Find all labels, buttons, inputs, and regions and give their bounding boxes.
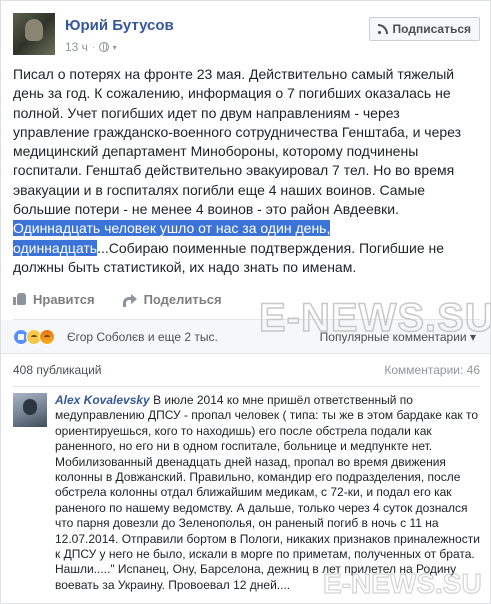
share-icon	[122, 293, 137, 307]
reaction-names[interactable]: Єгор Соболєв и еще 2 тыс.	[67, 330, 218, 344]
comments-count: Комментарии: 46	[384, 363, 480, 377]
separator-dot: ·	[91, 42, 95, 52]
subscribe-label: Подписаться	[392, 22, 471, 36]
reactions-bar: Єгор Соболєв и еще 2 тыс. Популярные ком…	[1, 320, 490, 354]
post-counts: 408 публикаций Комментарии: 46	[13, 363, 480, 381]
post-text-part1: Писал о потерях на фронте 23 мая. Действ…	[13, 66, 462, 218]
angry-reaction-icon	[39, 329, 55, 345]
post-text-highlight-2: одиннадцать	[13, 239, 98, 256]
share-label: Поделиться	[143, 291, 222, 307]
post-text-highlight-1: Одиннадцать человек ушло от нас за один …	[13, 220, 331, 237]
share-button[interactable]: Поделиться	[122, 291, 222, 307]
shares-count[interactable]: 408 публикаций	[13, 363, 102, 377]
comment-body: Alex Kovalevsky В июле 2014 ко мне пришё…	[55, 393, 480, 593]
rss-icon	[377, 24, 388, 34]
like-button[interactable]: Нравится	[13, 292, 95, 307]
comment-author[interactable]: Alex Kovalevsky	[55, 393, 150, 407]
globe-icon	[98, 42, 109, 52]
divider	[13, 386, 480, 387]
reaction-icons[interactable]	[13, 329, 55, 345]
thumbs-up-icon	[13, 293, 26, 305]
comment-sort-label: Популярные комментарии	[319, 330, 467, 344]
post-header: Юрий Бутусов 13 ч · ▾ Подписаться	[13, 13, 480, 57]
post-actions: Нравится Поделиться	[13, 287, 480, 311]
post-time[interactable]: 13 ч	[65, 40, 88, 54]
post-body: Писал о потерях на фронте 23 мая. Действ…	[13, 65, 480, 277]
like-label: Нравится	[33, 291, 95, 307]
commenter-avatar[interactable]	[13, 393, 47, 427]
facebook-post: Юрий Бутусов 13 ч · ▾ Подписаться Писал …	[0, 0, 491, 604]
post-meta: 13 ч · ▾	[65, 40, 117, 54]
comment-sort-dropdown[interactable]: Популярные комментарии ▾	[320, 330, 476, 344]
chevron-down-icon[interactable]: ▾	[113, 43, 117, 52]
chevron-down-icon: ▾	[469, 330, 476, 344]
post-author-name[interactable]: Юрий Бутусов	[65, 17, 174, 34]
subscribe-button[interactable]: Подписаться	[368, 17, 480, 41]
author-avatar[interactable]	[13, 13, 55, 55]
comment-text: В июле 2014 ко мне пришёл ответственный …	[55, 393, 480, 592]
